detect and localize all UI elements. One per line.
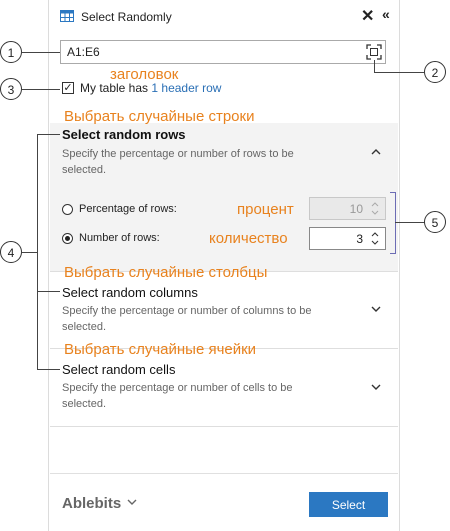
number-value: 3 [356, 232, 363, 246]
percentage-spin-icon[interactable] [371, 201, 379, 216]
chevron-down-icon[interactable] [371, 384, 381, 391]
callout-1-leader [22, 52, 60, 53]
callout-4-bracket [37, 134, 38, 370]
bracket-5-vertical [395, 192, 396, 254]
brand-logo: Ablebits [62, 495, 122, 512]
callout-4-leader-cells [37, 369, 60, 370]
cells-section-desc: Specify the percentage or number of cell… [62, 382, 293, 410]
header-text: My table has [80, 81, 149, 95]
annotation-cells: Выбрать случайные ячейки [64, 341, 257, 358]
select-range-icon[interactable] [366, 44, 382, 60]
bracket-5-bottom [390, 253, 396, 254]
header-row-label: My table has 1 header row [80, 81, 221, 95]
chevron-down-icon [127, 499, 137, 505]
cells-section-title[interactable]: Select random cells [62, 362, 175, 377]
callout-1: 1 [0, 41, 22, 63]
divider-cells [50, 426, 398, 427]
callout-5-leader [395, 222, 425, 223]
callout-2-leader-v [374, 60, 375, 72]
callout-2: 2 [424, 61, 446, 83]
percentage-radio[interactable] [62, 204, 73, 215]
callout-4-leader [22, 252, 37, 253]
pane-title: Select Randomly [81, 10, 172, 24]
select-button[interactable]: Select [309, 492, 388, 517]
number-spin-icon[interactable] [371, 231, 379, 246]
chevron-up-icon[interactable] [371, 148, 381, 155]
percentage-label: Percentage of rows: [79, 203, 177, 215]
header-rows-link[interactable]: 1 header row [151, 81, 221, 95]
callout-4: 4 [0, 241, 22, 263]
annotation-columns: Выбрать случайные столбцы [64, 264, 268, 281]
columns-section-title[interactable]: Select random columns [62, 285, 198, 300]
callout-2-leader-h [374, 72, 424, 73]
annotation-number: количество [209, 230, 288, 247]
callout-4-leader-columns [37, 291, 60, 292]
columns-section-desc: Specify the percentage or number of colu… [62, 305, 312, 333]
callout-4-leader-rows [37, 134, 60, 135]
percentage-value: 10 [349, 202, 363, 216]
chevron-down-icon[interactable] [371, 306, 381, 313]
brand-menu[interactable]: Ablebits [62, 495, 137, 512]
footer-divider [50, 473, 398, 474]
table-icon [60, 10, 74, 22]
range-value: A1:E6 [67, 45, 100, 59]
callout-3-leader [22, 89, 60, 90]
range-input[interactable] [60, 40, 386, 64]
rows-section-desc: Specify the percentage or number of rows… [62, 148, 294, 176]
callout-3: 3 [0, 78, 22, 100]
annotation-percentage: процент [237, 201, 294, 218]
rows-section-title[interactable]: Select random rows [62, 127, 186, 142]
close-icon[interactable]: ✕ [361, 6, 374, 26]
collapse-pane-icon[interactable]: « [382, 6, 390, 22]
number-label: Number of rows: [79, 232, 160, 244]
callout-5: 5 [424, 211, 446, 233]
number-radio[interactable] [62, 233, 73, 244]
header-checkbox[interactable]: ✓ [62, 82, 74, 94]
annotation-rows: Выбрать случайные строки [64, 108, 255, 125]
